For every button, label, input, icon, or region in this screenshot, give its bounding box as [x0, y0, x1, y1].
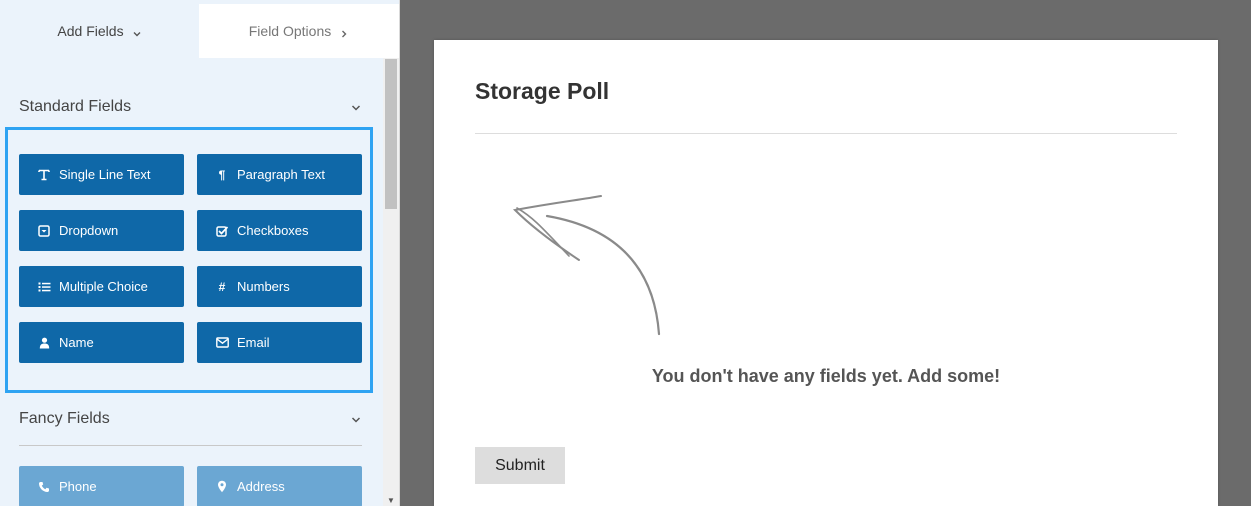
map-pin-icon: [215, 480, 229, 494]
phone-label: Phone: [59, 479, 97, 494]
checkboxes-label: Checkboxes: [237, 223, 309, 238]
name-button[interactable]: Name: [19, 322, 184, 363]
hash-icon: #: [218, 279, 226, 294]
single-line-text-label: Single Line Text: [59, 167, 151, 182]
empty-form-message: You don't have any fields yet. Add some!: [651, 366, 1001, 386]
scroll-down-arrow-icon[interactable]: ▼: [383, 494, 399, 506]
paragraph-text-button[interactable]: ¶ Paragraph Text: [197, 154, 362, 195]
multiple-choice-label: Multiple Choice: [59, 279, 148, 294]
standard-fields-header[interactable]: Standard Fields: [19, 92, 362, 122]
tab-add-fields-label: Add Fields: [57, 23, 124, 39]
single-line-text-button[interactable]: Single Line Text: [19, 154, 184, 195]
dropdown-label: Dropdown: [59, 223, 119, 238]
name-label: Name: [59, 335, 94, 350]
text-icon: [37, 168, 51, 182]
checkbox-icon: [215, 224, 229, 238]
standard-fields-title: Standard Fields: [19, 98, 132, 115]
fields-panel: Add Fields Field Options Standard Fields…: [0, 0, 400, 506]
form-preview: Storage Poll You don't have any fields y…: [434, 40, 1218, 506]
email-button[interactable]: Email: [197, 322, 362, 363]
address-button[interactable]: Address: [197, 466, 362, 506]
tab-field-options-label: Field Options: [248, 23, 332, 39]
phone-icon: [37, 480, 51, 494]
paragraph-icon: ¶: [218, 167, 226, 182]
chevron-right-icon: [339, 26, 349, 38]
tab-field-options[interactable]: Field Options: [199, 4, 399, 58]
panel-scroll-thumb[interactable]: [385, 59, 397, 209]
checkboxes-button[interactable]: Checkboxes: [197, 210, 362, 251]
chevron-down-icon[interactable]: [350, 413, 362, 425]
tab-add-fields[interactable]: Add Fields: [0, 4, 199, 58]
numbers-button[interactable]: # Numbers: [197, 266, 362, 307]
panel-tabs: Add Fields Field Options: [0, 4, 399, 58]
submit-button[interactable]: Submit: [475, 447, 565, 484]
curved-arrow-icon: [512, 195, 661, 336]
paragraph-text-label: Paragraph Text: [237, 167, 325, 182]
list-icon: [37, 280, 51, 294]
chevron-down-icon: [132, 26, 142, 37]
form-title: Storage Poll: [475, 78, 610, 104]
numbers-label: Numbers: [237, 279, 290, 294]
email-label: Email: [237, 335, 270, 350]
address-label: Address: [237, 479, 285, 494]
envelope-icon: [215, 336, 229, 350]
phone-button[interactable]: Phone: [19, 466, 184, 506]
dropdown-button[interactable]: Dropdown: [19, 210, 184, 251]
multiple-choice-button[interactable]: Multiple Choice: [19, 266, 184, 307]
fancy-fields-divider: [19, 445, 362, 446]
fancy-fields-header[interactable]: Fancy Fields: [19, 404, 362, 434]
chevron-down-icon[interactable]: [350, 101, 362, 113]
user-icon: [37, 336, 51, 350]
form-title-divider: [475, 133, 1177, 134]
dropdown-icon: [37, 224, 51, 238]
fancy-fields-title: Fancy Fields: [19, 410, 110, 427]
